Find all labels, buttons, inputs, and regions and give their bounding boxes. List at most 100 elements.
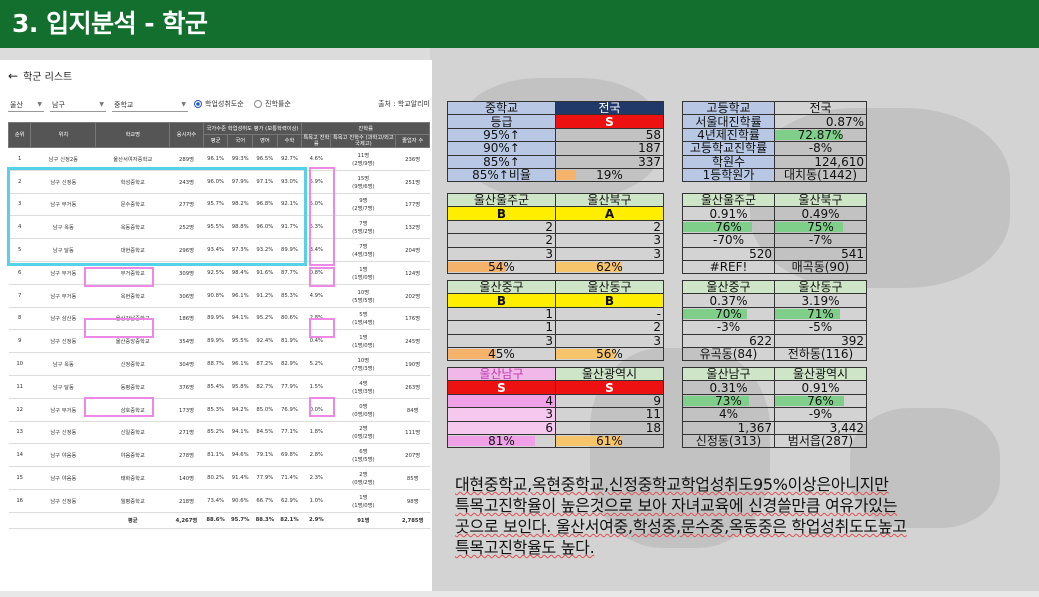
cell-eng: 82.7% — [252, 375, 278, 399]
high-row-value: -8% — [774, 141, 867, 156]
level-select[interactable]: 중학교 ▼ — [112, 99, 188, 112]
district-select[interactable]: 남구 ▼ — [50, 99, 106, 112]
special-count: 0명 — [359, 403, 368, 410]
cell-avg: 81.1% — [203, 443, 228, 468]
table-row[interactable]: 13 남구 신정동 신일중학교 271명 85.2% 94.1% 84.5% 77.1% 1.8… — [8, 421, 430, 445]
table-row[interactable]: 4 남구 옥동 옥동중학교 252명 95.5% 98.8% 96.0% 91.7% 5.3% 7… — [8, 215, 430, 240]
cell-math: 92.7% — [277, 147, 302, 171]
table-row[interactable]: 3 남구 무거동 문수중학교 277명 95.7% 98.2% 96.8% 92.1% 5.0%… — [8, 193, 430, 217]
cell-avg: 92.5% — [203, 261, 228, 285]
table-row[interactable]: 12 남구 무거동 삼호중학교 173명 85.3% 94.2% 85.0% 76.9% 0.0… — [8, 398, 430, 422]
cell-eng: 87.2% — [252, 352, 278, 376]
table-row[interactable]: 15 남구 야음동 태화중학교 140명 80.2% 91.4% 77.9% 71.4% 2.3… — [8, 466, 430, 490]
region-grade: S — [447, 380, 556, 395]
cell-avg: 95.7% — [203, 193, 228, 217]
note-line: 특목고진학율도 높다. — [455, 538, 595, 557]
table-row[interactable]: 16 남구 신정동 월평중학교 218명 73.4% 90.6% 66.7% 62.9% 1.0… — [8, 489, 430, 513]
cell-rank: 4 — [8, 215, 31, 240]
region-value: 520 — [682, 246, 775, 261]
table-row[interactable]: 9 남구 신정동 울산중앙중학교 354명 89.9% 95.5% 92.4% 81.9% 0.… — [8, 329, 430, 354]
chevron-down-icon: ▼ — [37, 101, 42, 108]
cell-loc: 남구 무거동 — [30, 284, 96, 308]
special-detail: (2명/7명) — [352, 206, 375, 213]
cell-math: 80.6% — [277, 307, 302, 331]
cell-kor: 90.6% — [227, 489, 253, 513]
mid-grade-value: S — [555, 114, 664, 129]
mid-row-value: 337 — [555, 154, 664, 169]
region-value: 2 — [555, 219, 664, 235]
region-value: 3 — [555, 246, 664, 261]
region-value: 유곡동(84) — [682, 346, 775, 362]
region-name: 울산중구 — [682, 279, 775, 295]
cell-cnt: 2명 (0명/2명) — [330, 466, 396, 490]
back-arrow-icon[interactable]: ← — [8, 69, 18, 83]
region-value: 6 — [447, 420, 556, 435]
cell-n: 289명 — [169, 147, 204, 171]
cell-n: 309명 — [169, 261, 204, 285]
cell-kor: 99.3% — [227, 147, 253, 171]
region-value: 1 — [447, 320, 556, 335]
table-row[interactable]: 5 남구 달동 대현중학교 296명 93.4% 97.3% 93.2% 89.9% 3.4% 7… — [8, 238, 430, 262]
special-count: 15명 — [357, 175, 370, 182]
cell-rank: 15 — [8, 466, 31, 490]
cell-loc: 남구 달동 — [30, 375, 96, 399]
bottom-strip — [0, 591, 1039, 597]
table-row[interactable]: 7 남구 무거동 옥현중학교 306명 90.8% 96.1% 91.2% 85.3% 4.9%… — [8, 284, 430, 308]
cell-loc: 남구 달동 — [30, 238, 96, 262]
table-row[interactable]: 10 남구 옥동 신정중학교 304명 88.7% 96.1% 87.2% 82.9% 5.2%… — [8, 352, 430, 376]
col-special: 특목고 진학률 — [301, 134, 332, 148]
cell-avg: 93.4% — [203, 238, 228, 262]
region-select[interactable]: 울산 ▼ — [8, 99, 44, 112]
region-name: 울산남구 — [447, 366, 556, 382]
cell-kor: 94.1% — [227, 421, 253, 445]
special-count: 10명 — [357, 289, 370, 296]
special-count: 1명 — [359, 335, 368, 342]
footer-cell — [30, 512, 96, 529]
table-row[interactable]: 11 남구 달동 동평중학교 376명 85.4% 95.8% 82.7% 77.9% 1.5%… — [8, 375, 430, 399]
cell-sp: 5.9% — [301, 170, 331, 194]
table-row[interactable]: 6 남구 무거동 무거중학교 309명 92.5% 98.4% 91.6% 87.7% 0.8%… — [8, 261, 430, 285]
back-nav[interactable]: ← 학군 리스트 — [8, 68, 72, 83]
cell-eng: 93.2% — [252, 238, 278, 262]
table-row[interactable]: 14 남구 야음동 야음중학교 278명 81.1% 94.6% 79.1% 69.8% 2.8… — [8, 443, 430, 468]
cell-loc: 남구 신정동 — [30, 489, 96, 513]
cell-avg: 95.5% — [203, 215, 228, 240]
radio-advancement[interactable] — [254, 100, 262, 108]
region-value: 2 — [555, 320, 664, 335]
cell-avg: 73.4% — [203, 489, 228, 513]
table-row[interactable]: 8 남구 삼산동 울산강남중학교 186명 89.9% 94.1% 95.2% 80.6% 2.… — [8, 307, 430, 331]
cell-kor: 94.6% — [227, 443, 253, 468]
table-row[interactable]: 1 남구 신정2동 울산서여자중학교 289명 96.1% 99.3% 96.5% 92.7%… — [8, 147, 430, 171]
cell-cnt: 5명 (1명/4명) — [330, 307, 396, 331]
cell-name: 삼호중학교 — [95, 398, 170, 422]
region-value: 1 — [447, 306, 556, 322]
ratio-bar: 54% — [447, 259, 556, 275]
cell-avg: 89.9% — [203, 307, 228, 331]
cell-eng: 92.4% — [252, 329, 278, 354]
cell-kor: 91.4% — [227, 466, 253, 490]
cell-avg: 85.3% — [203, 398, 228, 422]
region-value: 0.91% — [774, 380, 867, 395]
cell-cnt: 7명 (4명/3명) — [330, 238, 396, 262]
region-name: 울산동구 — [555, 279, 664, 295]
cell-sp: 1.5% — [301, 375, 331, 399]
cell-cnt: 15명 (9명/6명) — [330, 170, 396, 194]
region-value: 76% — [682, 219, 775, 235]
note-line: 특목고진학율이 높은것으로 보아 자녀교육에 신경쓸만큼 여유가있는 — [455, 496, 898, 515]
footer-cell: 91명 — [330, 512, 396, 529]
cell-sp: 0.0% — [301, 398, 331, 422]
footer-cell: 2.9% — [301, 512, 331, 529]
cell-kor: 96.1% — [227, 284, 253, 308]
cell-sp: 5.2% — [301, 352, 331, 376]
region-value: 9 — [555, 393, 664, 409]
mid-region-table: 울산남구 울산광역시 S S 4 9 3 11 6 18 81% 61% — [447, 366, 664, 449]
cell-n: 296명 — [169, 238, 204, 262]
cell-kor: 98.8% — [227, 215, 253, 240]
special-detail: (7명/3명) — [352, 366, 375, 373]
special-count: 7명 — [359, 244, 368, 251]
table-row[interactable]: 2 남구 신정동 학성중학교 243명 96.0% 97.9% 97.1% 93.0% 5.9%… — [8, 170, 430, 194]
cell-cnt: 7명 (5명/2명) — [330, 215, 396, 240]
cell-kor: 95.5% — [227, 329, 253, 354]
radio-achievement[interactable] — [194, 100, 202, 108]
radio-achievement-label: 학업성취도순 — [205, 100, 244, 108]
